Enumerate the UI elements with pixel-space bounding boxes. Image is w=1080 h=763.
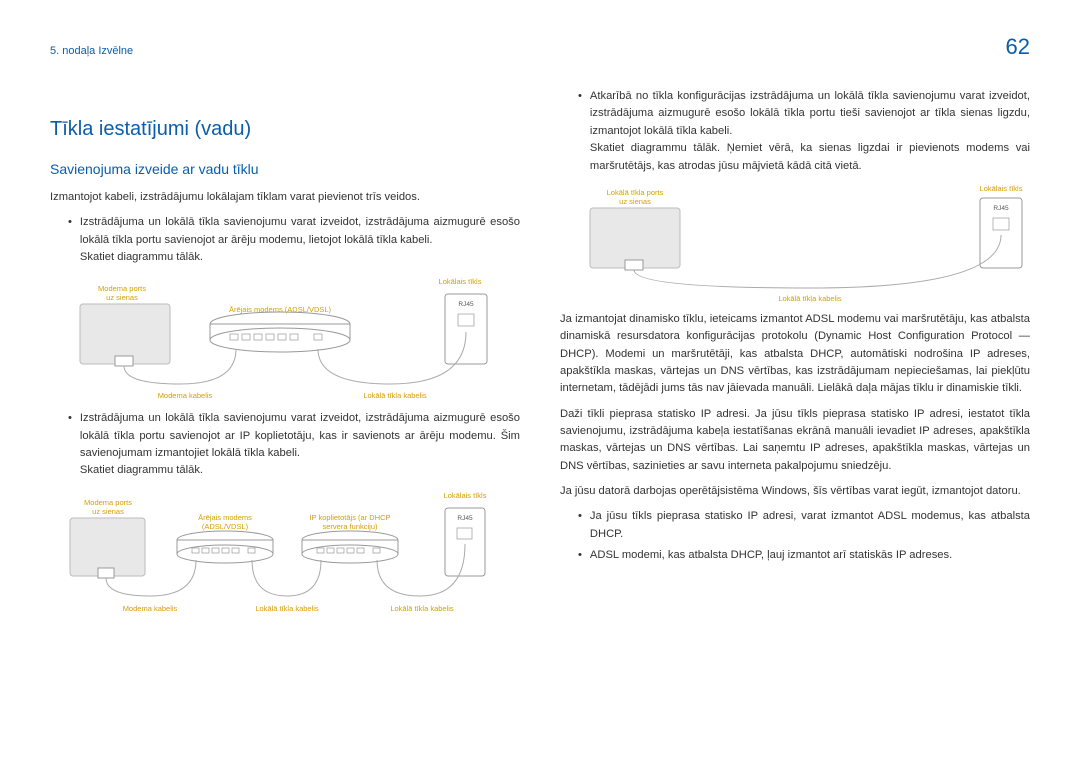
svg-text:RJ45: RJ45 <box>457 515 473 522</box>
svg-text:Ārējais modems: Ārējais modems <box>198 513 252 522</box>
svg-text:IP koplietotājs (ar DHCP: IP koplietotājs (ar DHCP <box>309 513 390 522</box>
see-diagram-3: Skatiet diagrammu tālāk. Ņemiet vērā, ka… <box>590 142 1030 171</box>
bullet-4-text: Ja jūsu tīkls pieprasa statisko IP adres… <box>590 508 1030 543</box>
bullet-5-text: ADSL modemi, kas atbalsta DHCP, ļauj izm… <box>590 547 1030 564</box>
page-number: 62 <box>1006 30 1030 64</box>
intro-text: Izmantojot kabeli, izstrādājumu lokālaja… <box>50 189 520 206</box>
diagram-3: Lokālā tīkla ports uz sienas RJ45 Lokāla… <box>580 183 1040 303</box>
svg-text:Modema ports: Modema ports <box>98 284 146 293</box>
svg-text:servera funkciju): servera funkciju) <box>322 522 378 531</box>
bullet-3: Atkarībā no tīkla konfigurācijas izstrād… <box>578 88 1030 175</box>
bullet-1-text: Izstrādājuma un lokālā tīkla savienojumu… <box>80 216 520 245</box>
diagram-1: Modema ports uz sienas Ārējais modems (A… <box>50 274 500 402</box>
svg-text:Modema kabelis: Modema kabelis <box>123 604 178 613</box>
bullet-2-text: Izstrādājuma un lokālā tīkla savienojumu… <box>80 412 520 459</box>
para-dhcp: Ja izmantojat dinamisko tīklu, ieteicams… <box>560 311 1030 398</box>
see-diagram-1: Skatiet diagrammu tālāk. <box>80 251 203 263</box>
svg-text:Lokālais tīkls: Lokālais tīkls <box>444 491 487 500</box>
para-static: Daži tīkli pieprasa statisko IP adresi. … <box>560 406 1030 475</box>
para-windows: Ja jūsu datorā darbojas operētājsistēma … <box>560 483 1030 500</box>
svg-text:Lokālā tīkla kabelis: Lokālā tīkla kabelis <box>778 294 842 303</box>
bullet-2: Izstrādājuma un lokālā tīkla savienojumu… <box>68 410 520 479</box>
svg-text:RJ45: RJ45 <box>458 301 474 308</box>
svg-text:Modema ports: Modema ports <box>84 498 132 507</box>
left-column: Tīkla iestatījumi (vadu) Savienojuma izv… <box>50 84 520 624</box>
bullet-5: ADSL modemi, kas atbalsta DHCP, ļauj izm… <box>578 547 1030 564</box>
svg-text:uz sienas: uz sienas <box>92 507 124 516</box>
svg-text:Lokālā tīkla kabelis: Lokālā tīkla kabelis <box>390 604 454 613</box>
see-diagram-2: Skatiet diagrammu tālāk. <box>80 464 203 476</box>
diagram-2: Modema ports uz sienas Ārējais modems (A… <box>50 488 500 616</box>
breadcrumb: 5. nodaļa Izvēlne <box>50 43 133 60</box>
svg-text:(ADSL/VDSL): (ADSL/VDSL) <box>202 522 249 531</box>
bullet-1: Izstrādājuma un lokālā tīkla savienojumu… <box>68 214 520 266</box>
bullet-4: Ja jūsu tīkls pieprasa statisko IP adres… <box>578 508 1030 543</box>
svg-text:Lokālais tīkls: Lokālais tīkls <box>980 184 1023 193</box>
page-title: Tīkla iestatījumi (vadu) <box>50 114 520 145</box>
bullet-3-text: Atkarībā no tīkla konfigurācijas izstrād… <box>590 90 1030 137</box>
svg-text:Ārējais modems (ADSL/VDSL): Ārējais modems (ADSL/VDSL) <box>229 305 332 314</box>
svg-text:Lokālā tīkla ports: Lokālā tīkla ports <box>607 188 664 197</box>
right-column: Atkarībā no tīkla konfigurācijas izstrād… <box>560 84 1030 624</box>
svg-text:Lokālais tīkls: Lokālais tīkls <box>439 277 482 286</box>
svg-text:Lokālā tīkla kabelis: Lokālā tīkla kabelis <box>363 391 427 400</box>
svg-text:Lokālā tīkla kabelis: Lokālā tīkla kabelis <box>255 604 319 613</box>
svg-text:Modema kabelis: Modema kabelis <box>158 391 213 400</box>
section-subtitle: Savienojuma izveide ar vadu tīklu <box>50 159 520 181</box>
svg-text:RJ45: RJ45 <box>993 205 1009 212</box>
svg-text:uz sienas: uz sienas <box>106 293 138 302</box>
svg-text:uz sienas: uz sienas <box>619 197 651 206</box>
